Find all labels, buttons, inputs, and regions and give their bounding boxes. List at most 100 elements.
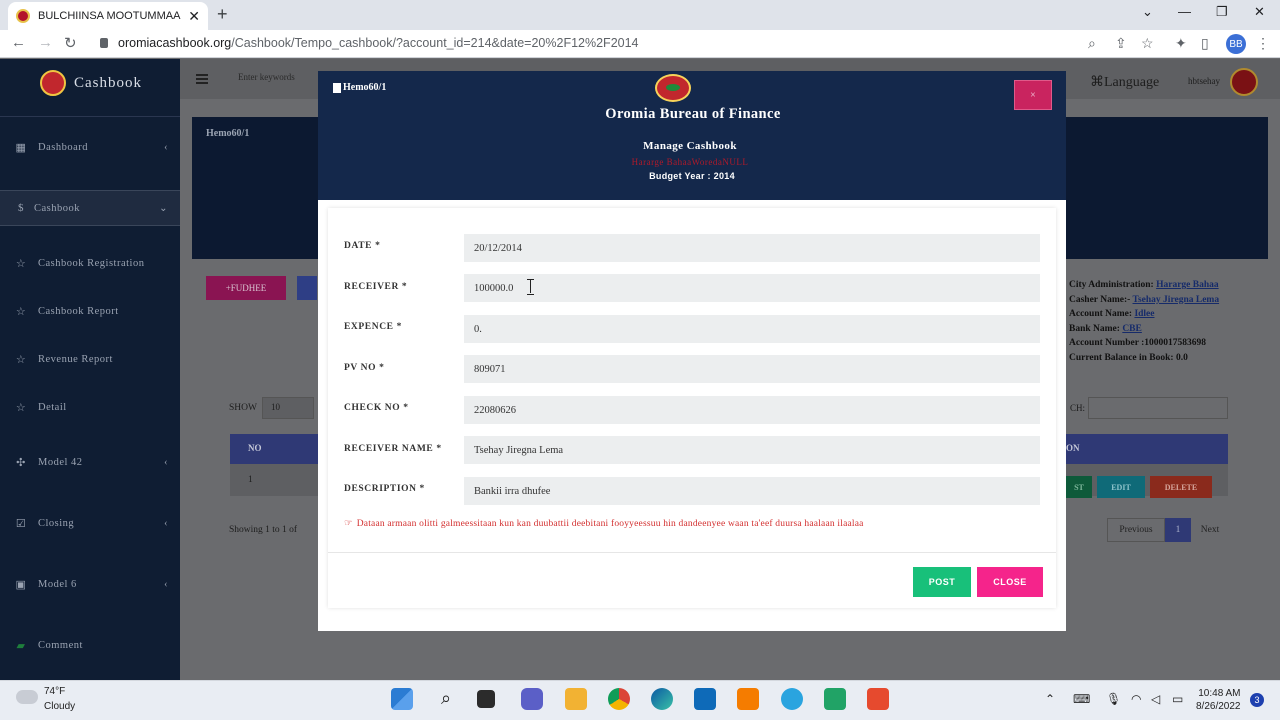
share-icon[interactable]: ⇪ (1115, 35, 1127, 52)
teams-chat-icon[interactable] (521, 688, 543, 710)
store-icon[interactable] (694, 688, 716, 710)
recorder-icon[interactable] (867, 688, 889, 710)
search-input[interactable]: Enter keywords (238, 72, 295, 82)
add-entry-button[interactable]: +FUDHEE (206, 276, 286, 300)
sidebar-item-label: Cashbook (34, 202, 80, 214)
xampp-icon[interactable] (737, 688, 759, 710)
chevron-left-icon: ‹ (164, 517, 168, 529)
brand-logo-icon (40, 70, 66, 96)
lock-icon[interactable] (100, 38, 108, 48)
clock-date: 8/26/2022 (1196, 701, 1241, 712)
post-button[interactable]: POST (913, 567, 971, 597)
volume-icon[interactable]: ◁ (1151, 692, 1160, 706)
document-icon (333, 83, 341, 93)
brand[interactable]: Cashbook (0, 59, 180, 107)
zoom-icon[interactable]: ⌕ (1088, 35, 1096, 52)
date-field[interactable] (464, 234, 1040, 262)
clock-time: 10:48 AM (1198, 688, 1241, 699)
receiver-field[interactable] (464, 274, 1040, 302)
row-post-button[interactable]: ST (1066, 476, 1092, 498)
city-link[interactable]: Hararge Bahaa (1156, 280, 1219, 290)
close-button[interactable]: CLOSE (977, 567, 1043, 597)
sidebar-item-cashbook-report[interactable]: ☆ Cashbook Report (0, 293, 180, 329)
sidebar-item-closing[interactable]: ☑ Closing ‹ (0, 505, 180, 541)
battery-icon[interactable]: ▭ (1172, 692, 1183, 706)
sidebar-item-cashbook-registration[interactable]: ☆ Cashbook Registration (0, 245, 180, 281)
browser-tab[interactable]: BULCHIINSA MOOTUMMAA NA ✕ (8, 2, 208, 30)
user-avatar[interactable] (1230, 68, 1258, 96)
comment-icon: ▰ (16, 639, 26, 652)
description-label: DESCRIPTION * (344, 484, 425, 494)
account-name-link[interactable]: Idlee (1134, 309, 1154, 319)
window-close-icon[interactable]: ✕ (1254, 4, 1265, 20)
tab-close-icon[interactable]: ✕ (188, 8, 200, 25)
star-icon: ☆ (15, 401, 27, 414)
keyboard-icon[interactable]: ⌨ (1073, 692, 1090, 706)
cloud-icon[interactable] (16, 690, 38, 704)
check-no-label: CHECK NO * (344, 403, 409, 413)
more-menu-icon[interactable]: ⋮ (1256, 35, 1270, 52)
wifi-icon[interactable]: ◠ (1131, 692, 1141, 706)
forward-icon[interactable]: → (38, 34, 53, 51)
modal-budget-year: Budget Year : 2014 (649, 171, 735, 181)
sidebar-item-detail[interactable]: ☆ Detail (0, 389, 180, 425)
sidebar-item-model-6[interactable]: ▣ Model 6 ‹ (0, 566, 180, 602)
modal-footer-divider (328, 552, 1056, 553)
check-no-field[interactable] (464, 396, 1040, 424)
sidebar-item-cashbook[interactable]: $ Cashbook ⌄ (0, 190, 180, 226)
minimize-icon[interactable]: — (1178, 4, 1191, 19)
receiver-name-label: RECEIVER NAME * (344, 444, 442, 454)
system-clock[interactable]: 10:48 AM 8/26/2022 (1196, 687, 1241, 713)
menu-toggle-icon[interactable] (196, 74, 208, 84)
reload-icon[interactable]: ↻ (64, 34, 77, 52)
sidebar-item-dashboard[interactable]: ▦ Dashboard ‹ (0, 129, 180, 165)
sidebar-item-revenue-report[interactable]: ☆ Revenue Report (0, 341, 180, 377)
user-name[interactable]: hbtsehay (1188, 76, 1220, 86)
expence-field[interactable] (464, 315, 1040, 343)
col-no-header[interactable]: NO (248, 443, 262, 453)
task-view-icon[interactable] (477, 690, 495, 708)
table-search-input[interactable] (1088, 397, 1228, 419)
tray-chevron-up-icon[interactable]: ⌃ (1045, 692, 1055, 706)
casher-link[interactable]: Tsehay Jiregna Lema (1133, 295, 1220, 305)
profile-avatar[interactable]: BB (1226, 34, 1246, 54)
description-field[interactable] (464, 477, 1040, 505)
windows-start-icon[interactable] (391, 688, 413, 710)
bookmark-star-icon[interactable]: ☆ (1141, 35, 1154, 52)
pagination-next[interactable]: Next (1191, 518, 1229, 542)
extensions-icon[interactable]: ✦ (1175, 35, 1187, 52)
modal-reference: Hemo60/1 (343, 82, 387, 93)
url-field[interactable]: oromiacashbook.org/Cashbook/Tempo_cashbo… (118, 36, 639, 50)
new-tab-icon[interactable]: + (217, 4, 228, 25)
row-edit-button[interactable]: EDIT (1097, 476, 1145, 498)
sidebar-item-model-42[interactable]: ✣ Model 42 ‹ (0, 444, 180, 480)
search-icon[interactable]: ⌕ (435, 688, 457, 710)
row-no-cell: 1 (248, 475, 253, 485)
pagination-page-1[interactable]: 1 (1165, 518, 1191, 542)
chrome-icon[interactable] (608, 688, 630, 710)
sidebar-item-comment[interactable]: ▰ Comment (0, 627, 180, 663)
pv-no-field[interactable] (464, 355, 1040, 383)
show-label: SHOW (229, 403, 257, 413)
weather-temperature[interactable]: 74°F (44, 686, 65, 697)
sidepanel-icon[interactable]: ▯ (1201, 35, 1209, 52)
page-size-select[interactable]: 10 (262, 397, 314, 419)
tab-search-icon[interactable]: ⌄ (1142, 4, 1153, 20)
language-selector[interactable]: ⌘Language (1090, 74, 1159, 91)
weather-condition[interactable]: Cloudy (44, 701, 75, 712)
telegram-icon[interactable] (781, 688, 803, 710)
grid-icon: ▦ (15, 141, 27, 154)
secondary-button[interactable] (297, 276, 317, 300)
back-icon[interactable]: ← (11, 34, 26, 51)
notification-badge[interactable]: 3 (1250, 693, 1264, 707)
bank-link[interactable]: CBE (1122, 324, 1142, 334)
microphone-icon[interactable]: 🎙 (1106, 692, 1121, 706)
maximize-icon[interactable]: ❐ (1216, 4, 1228, 20)
camtasia-icon[interactable] (824, 688, 846, 710)
row-delete-button[interactable]: DELETE (1150, 476, 1212, 498)
pagination-previous[interactable]: Previous (1107, 518, 1165, 542)
receiver-name-field[interactable] (464, 436, 1040, 464)
modal-close-icon[interactable]: × (1014, 80, 1052, 110)
edge-icon[interactable] (651, 688, 673, 710)
file-explorer-icon[interactable] (565, 688, 587, 710)
